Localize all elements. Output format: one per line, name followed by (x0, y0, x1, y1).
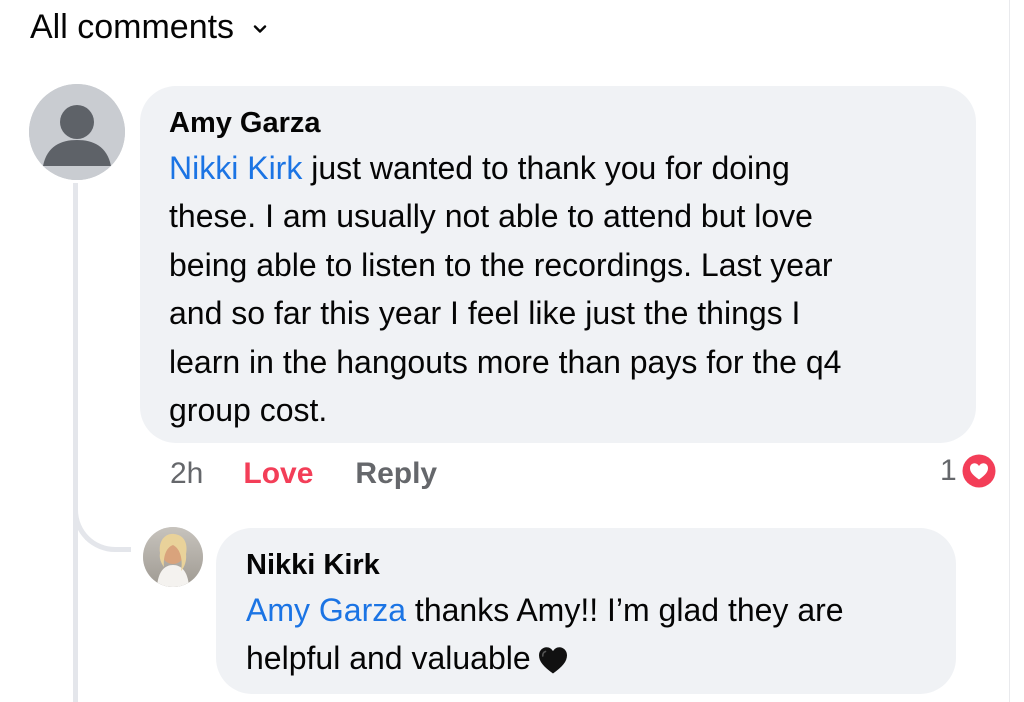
chevron-down-icon (253, 25, 267, 33)
reply-bubble: Nikki Kirk Amy Garza thanks Amy!! I’m gl… (216, 528, 956, 694)
comment-filter-dropdown[interactable]: All comments (30, 4, 268, 50)
comment-actions: 2h Love Reply (170, 454, 437, 494)
mention-link[interactable]: Nikki Kirk (169, 150, 302, 186)
reaction-count: 1 (940, 454, 957, 487)
comment-timestamp[interactable]: 2h (170, 454, 203, 494)
default-profile-icon (29, 84, 125, 180)
reply-button[interactable]: Reply (355, 454, 437, 494)
avatar[interactable] (29, 84, 125, 180)
thread-line (73, 183, 78, 702)
comment-author[interactable]: Amy Garza (169, 104, 321, 142)
scrollbar-track[interactable] (1009, 0, 1024, 702)
love-reaction-icon (959, 452, 998, 490)
profile-photo (143, 527, 203, 587)
comment-text: Nikki Kirk just wanted to thank you for … (169, 150, 842, 429)
reply-author[interactable]: Nikki Kirk (246, 546, 380, 584)
reply-text: Amy Garza thanks Amy!! I’m glad they are… (246, 592, 844, 677)
black-heart-emoji (538, 647, 567, 674)
reaction-summary[interactable]: 1 (940, 451, 999, 491)
comment-filter-label: All comments (30, 8, 235, 46)
thread-connector (73, 500, 131, 552)
reply-avatar[interactable] (143, 527, 203, 587)
mention-link[interactable]: Amy Garza (246, 592, 406, 628)
love-button[interactable]: Love (243, 454, 313, 494)
comment-bubble: Amy Garza Nikki Kirk just wanted to than… (140, 86, 976, 443)
